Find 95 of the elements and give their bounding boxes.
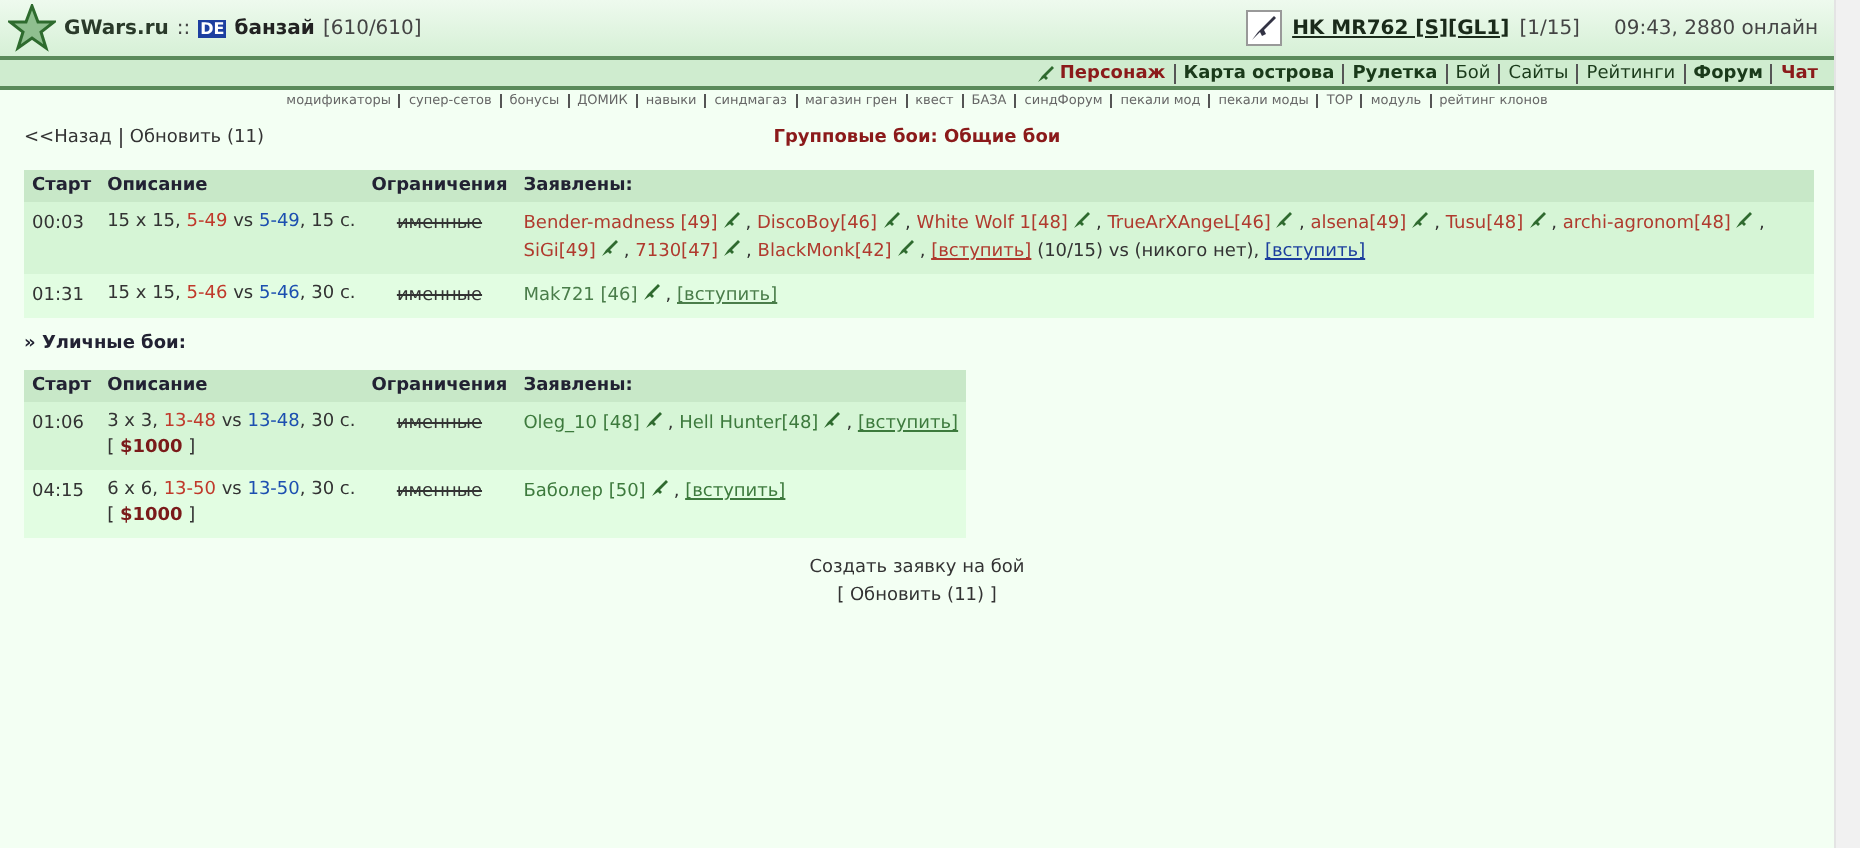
back-link[interactable]: <<Назад [24,128,112,148]
gun-icon [721,210,742,230]
team-count: (10/15) vs (никого нет), [1037,242,1260,262]
comma: , [1095,214,1102,234]
player-name[interactable]: Tusu[48] [1445,214,1524,234]
star-logo [8,4,56,52]
join-link[interactable]: [вступить] [1264,242,1366,262]
column-header: Заявлены: [515,370,967,402]
user-name[interactable]: банзай [234,17,315,39]
nav-link[interactable]: Персонаж [1059,63,1166,83]
create-fight-link[interactable]: Создать заявку на бой [809,558,1025,578]
nav-link[interactable]: Чат [1780,63,1818,83]
gun-icon [1071,210,1092,230]
comma: , [1298,214,1305,234]
column-header: Ограничения [363,170,516,202]
separator: :: [176,17,191,39]
clan-badge: DE [198,19,227,37]
nav-link[interactable]: Рулетка [1352,63,1438,83]
column-header: Описание [99,370,364,402]
comma: , [905,214,911,234]
gun-icon [895,238,916,258]
gun-icon [599,238,620,258]
gun-icon [881,210,902,230]
column-header: Описание [99,170,364,202]
nav-link[interactable]: Бой [1455,63,1491,83]
refresh-link[interactable]: Обновить (11) [129,128,264,148]
player-name[interactable]: Mak721 [46] [523,286,638,306]
scrollbar[interactable] [1834,0,1860,848]
rifle-icon [1246,10,1283,46]
player-name[interactable]: DiscoBoy[46] [756,214,878,234]
restriction: именные [394,284,485,310]
join-link[interactable]: [вступить] [677,286,778,306]
nav-link[interactable]: Форум [1693,63,1763,83]
comma: , [667,414,674,434]
restriction: именные [394,212,485,238]
player-name[interactable]: alsena[49] [1310,214,1407,234]
ammo-counter: [1/15] [1519,17,1580,39]
section-heading: » Уличные бои: [24,334,188,354]
player-name[interactable]: Bender-madness [49] [523,214,718,234]
player-name[interactable]: Баболер [50] [523,482,646,502]
comma: , [673,482,680,502]
player-name[interactable]: Oleg_10 [48] [523,414,640,434]
player-name[interactable]: TrueArXAngeL[46] [1107,214,1271,234]
gun-icon [1734,210,1755,230]
weapon-link[interactable]: HK MR762 [S][GL1] [1292,17,1510,39]
join-link[interactable]: [вступить] [685,482,786,502]
gun-icon [822,410,843,430]
column-header: Ограничения [363,370,516,402]
player-name[interactable]: archi-agronom[48] [1562,214,1731,234]
column-header: Старт [24,170,100,202]
refresh-link[interactable]: [ Обновить (11) ] [837,586,997,606]
online-status: 09:43, 2880 онлайн [1613,17,1818,39]
restriction: именные [394,412,485,438]
stake: [ $1000 ] [107,436,198,462]
gun-icon [1274,210,1295,230]
page-title: Групповые бои: Общие бои [771,128,1063,148]
comma: , [1551,214,1557,234]
comma: , [745,214,752,234]
comma: , [623,242,630,262]
start-time: 00:03 [32,214,84,234]
gun-icon [722,238,743,258]
nav-link[interactable]: Карта острова [1183,63,1335,83]
comma: , [919,242,926,262]
stake: [ $1000 ] [107,504,198,530]
fight-description: 6 x 6, 13-50 vs 13-50, 30 с. [107,478,356,504]
player-name[interactable]: BlackMonk[42] [757,242,892,262]
comma: , [1758,214,1765,234]
hp-counter: [610/610] [322,17,422,39]
column-header: Заявлены: [515,170,1814,202]
join-link[interactable]: [вступить] [857,414,959,434]
comma: , [846,414,853,434]
player-name[interactable]: SiGi[49] [523,242,596,262]
gun-icon [1527,210,1548,230]
comma: , [665,286,672,306]
fight-description: 15 x 15, 5-49 vs 5-49, 15 с. [107,210,356,236]
fight-description: 15 x 15, 5-46 vs 5-46, 30 с. [107,282,356,308]
player-name[interactable]: White Wolf 1[48] [916,214,1068,234]
gun-icon [641,282,662,302]
comma: , [1434,214,1440,234]
gun-icon [649,478,670,498]
column-header: Старт [24,370,100,402]
comma: , [746,242,752,262]
join-link[interactable]: [вступить] [931,242,1032,262]
start-time: 01:31 [32,286,84,306]
start-time: 01:06 [32,414,84,434]
nav-link[interactable]: Сайты [1508,63,1569,83]
site-name[interactable]: GWars.ru [64,17,169,39]
nav-link[interactable]: Рейтинги [1586,63,1676,83]
gun-icon [1410,210,1431,230]
fight-description: 3 x 3, 13-48 vs 13-48, 30 с. [107,410,356,436]
restriction: именные [394,480,485,506]
player-name[interactable]: 7130[47] [635,242,719,262]
start-time: 04:15 [32,482,84,502]
gun-icon [643,410,664,430]
player-name[interactable]: Hell Hunter[48] [679,414,819,434]
